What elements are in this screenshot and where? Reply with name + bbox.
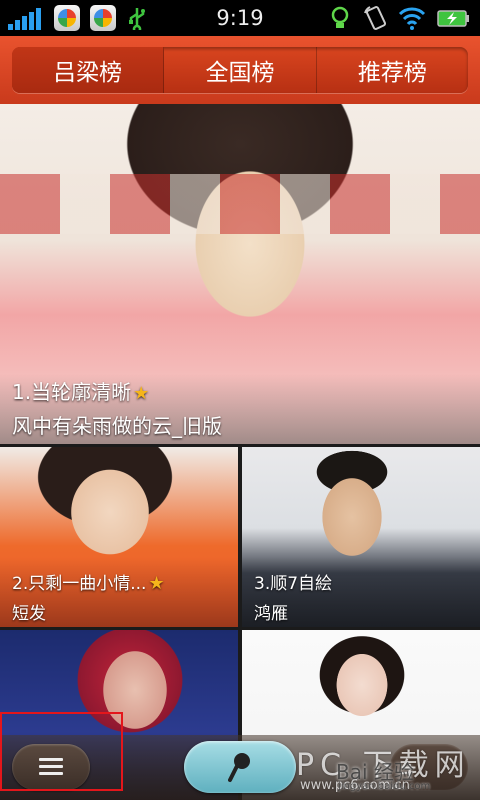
tab-recommended-ranking[interactable]: 推荐榜 xyxy=(317,47,468,93)
rank-title: 3.顺7自絵 xyxy=(254,574,333,594)
nickname: 风中有朵雨做的云_旧版 xyxy=(12,414,222,438)
lightbulb-icon xyxy=(331,6,349,28)
wifi-icon xyxy=(398,7,426,30)
tab-national-ranking[interactable]: 全国榜 xyxy=(164,47,317,93)
star-icon: ★ xyxy=(133,383,150,404)
ranking-tab-bar: 吕梁榜 全国榜 推荐榜 xyxy=(0,36,480,104)
status-bar: 9:19 xyxy=(0,0,480,36)
battery-charging-icon xyxy=(437,10,469,27)
nickname: 短发 xyxy=(12,604,46,624)
voice-search-button[interactable] xyxy=(184,741,296,793)
rank-title-text: 2.只剩一曲小情... xyxy=(12,574,147,594)
microphone-icon xyxy=(228,753,250,782)
star-icon: ★ xyxy=(148,573,165,594)
rank-title: 1.当轮廓清晰 ★ xyxy=(12,376,149,405)
baidu-url: jingyan.baidu.com xyxy=(338,781,431,792)
nickname: 鸿雁 xyxy=(254,604,288,624)
rank-title-text: 1.当轮廓清晰 xyxy=(12,380,132,404)
tab-group: 吕梁榜 全国榜 推荐榜 xyxy=(12,47,468,93)
profile-tile[interactable]: 3.顺7自絵 鸿雁 xyxy=(242,447,480,627)
profile-tile[interactable]: 1.当轮廓清晰 ★ 风中有朵雨做的云_旧版 xyxy=(0,104,480,444)
profile-tile[interactable]: 2.只剩一曲小情... ★ 短发 xyxy=(0,447,238,627)
rank-title: 2.只剩一曲小情... ★ xyxy=(12,569,165,594)
rotate-lock-icon xyxy=(364,6,387,30)
photo-background xyxy=(0,174,480,234)
highlight-box xyxy=(0,712,123,791)
tab-lvliang-ranking[interactable]: 吕梁榜 xyxy=(12,47,165,93)
